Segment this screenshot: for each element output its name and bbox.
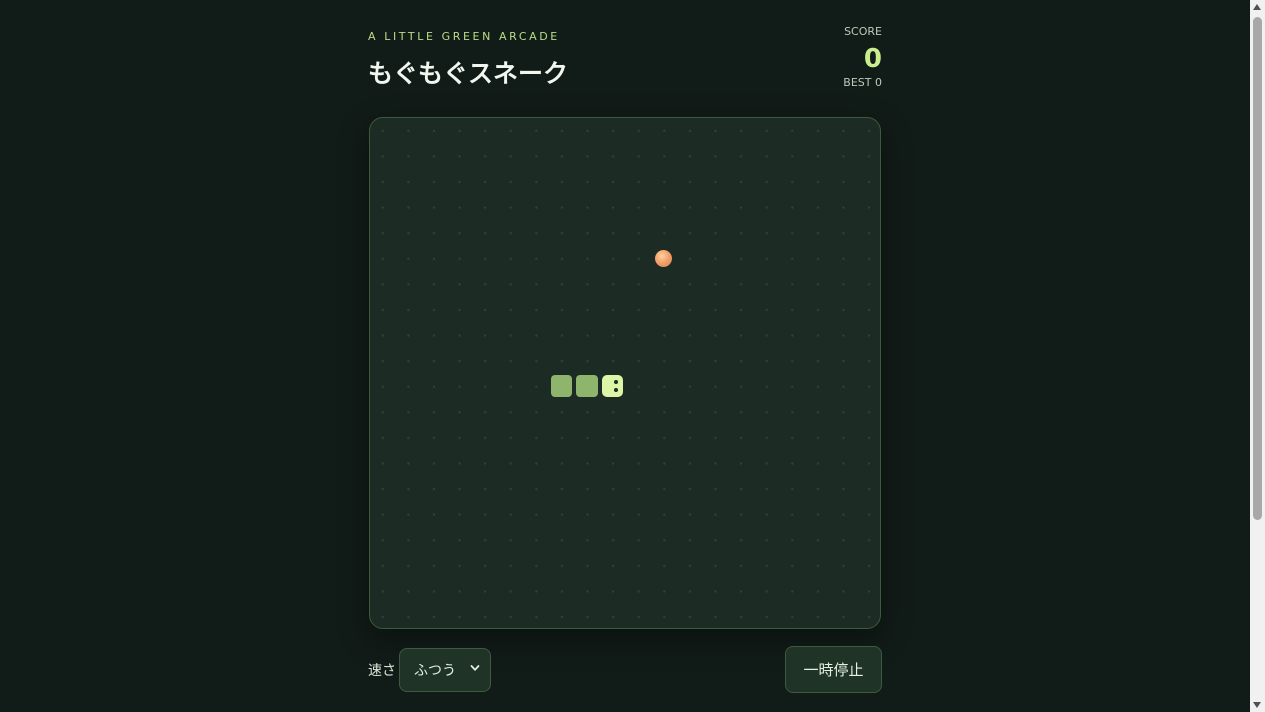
snake-segment	[576, 375, 598, 397]
snake-head	[601, 375, 623, 397]
game-page: A LITTLE GREEN ARCADE もぐもぐスネーク SCORE 0 B…	[0, 0, 1250, 712]
snake-eye	[614, 387, 618, 392]
best-score: BEST 0	[843, 76, 882, 89]
snake-eye	[614, 380, 618, 384]
chevron-down-icon	[470, 665, 480, 671]
scroll-up-arrow-icon[interactable]	[1253, 4, 1261, 10]
speed-selected-value: ふつう	[414, 663, 456, 679]
score-panel: SCORE 0 BEST 0	[843, 25, 882, 90]
score-value: 0	[863, 44, 882, 74]
game-title: もぐもぐスネーク	[368, 59, 569, 88]
pause-button[interactable]: 一時停止	[785, 646, 882, 693]
speed-select[interactable]: ふつう	[399, 648, 491, 692]
scrollbar[interactable]	[1250, 0, 1265, 712]
speed-label: 速さ	[368, 663, 396, 679]
scroll-thumb[interactable]	[1253, 17, 1262, 520]
tagline: A LITTLE GREEN ARCADE	[368, 30, 560, 43]
game-board[interactable]	[369, 117, 881, 629]
snake-segment	[550, 375, 572, 397]
scroll-down-arrow-icon[interactable]	[1253, 702, 1261, 708]
speed-control: 速さ ふつう	[368, 648, 491, 692]
food-pellet	[654, 249, 672, 267]
score-label: SCORE	[844, 25, 882, 38]
